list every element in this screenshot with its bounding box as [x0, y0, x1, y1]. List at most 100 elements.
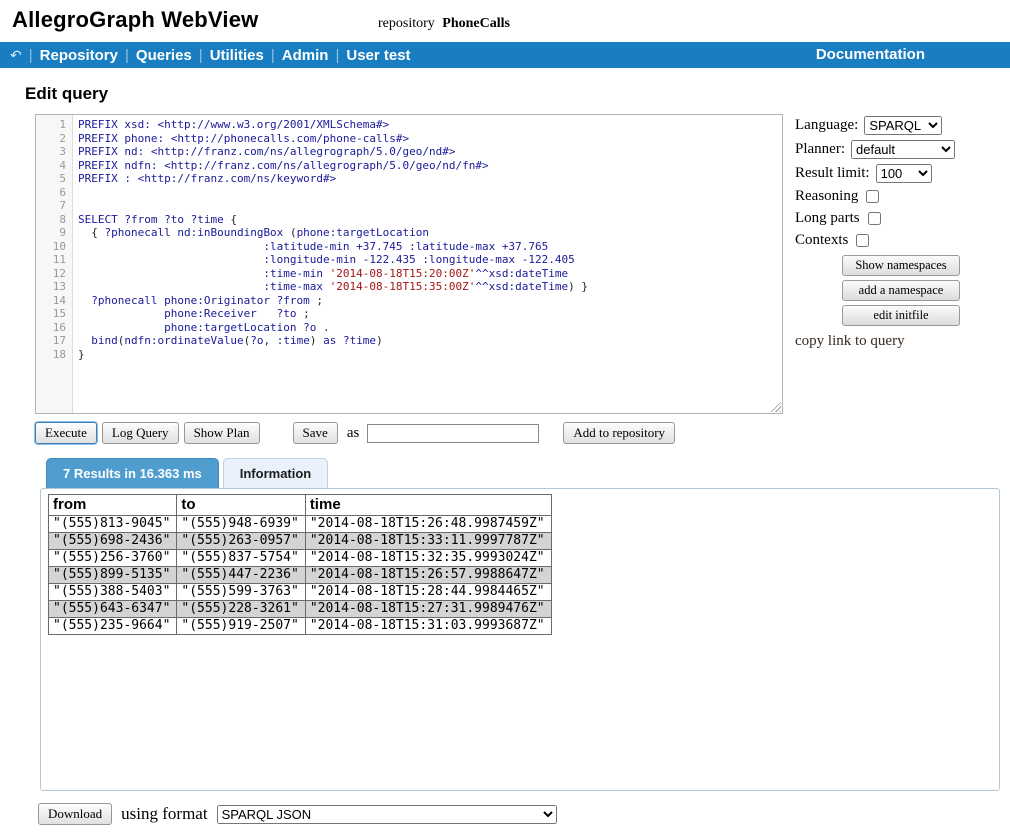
line-number: 13 — [36, 280, 66, 294]
table-cell: "(555)899-5135" — [49, 567, 177, 584]
code-line[interactable]: { ?phonecall nd:inBoundingBox (phone:tar… — [78, 226, 782, 240]
nav-item-documentation[interactable]: Documentation — [816, 46, 925, 63]
app-title: AllegroGraph WebView — [12, 7, 258, 33]
line-number: 4 — [36, 159, 66, 173]
table-cell: "2014-08-18T15:33:11.9997787Z" — [305, 533, 551, 550]
code-line[interactable]: PREFIX ndfn: <http://franz.com/ns/allegr… — [78, 159, 782, 173]
code-line[interactable]: phone:targetLocation ?o . — [78, 321, 782, 335]
language-label: Language: — [795, 117, 858, 134]
nav-item-queries[interactable]: Queries — [136, 47, 192, 64]
nav-item-admin[interactable]: Admin — [282, 47, 329, 64]
code-line[interactable] — [78, 199, 782, 213]
long-parts-label: Long parts — [795, 210, 860, 227]
line-number: 17 — [36, 334, 66, 348]
code-line[interactable]: phone:Receiver ?to ; — [78, 307, 782, 321]
code-line[interactable]: SELECT ?from ?to ?time { — [78, 213, 782, 227]
column-header-from: from — [49, 495, 177, 516]
table-cell: "(555)599-3763" — [177, 584, 305, 601]
line-number: 10 — [36, 240, 66, 254]
nav-item-repository[interactable]: Repository — [40, 47, 118, 64]
code-line[interactable]: :latitude-min +37.745 :latitude-max +37.… — [78, 240, 782, 254]
execute-button[interactable]: Execute — [35, 422, 97, 444]
query-options-panel: Language: SPARQL Planner: default Result… — [795, 114, 1007, 350]
code-line[interactable]: :time-min '2014-08-18T15:20:00Z'^^xsd:da… — [78, 267, 782, 281]
using-format-label: using format — [121, 804, 207, 824]
code-line[interactable]: } — [78, 348, 782, 362]
code-line[interactable]: PREFIX xsd: <http://www.w3.org/2001/XMLS… — [78, 118, 782, 132]
table-row: "(555)698-2436""(555)263-0957""2014-08-1… — [49, 533, 552, 550]
results-body: "(555)813-9045""(555)948-6939""2014-08-1… — [49, 516, 552, 635]
results-table: fromtotime "(555)813-9045""(555)948-6939… — [48, 494, 552, 635]
table-cell: "(555)698-2436" — [49, 533, 177, 550]
save-as-label: as — [347, 425, 360, 442]
code-line[interactable]: :time-max '2014-08-18T15:35:00Z'^^xsd:da… — [78, 280, 782, 294]
planner-label: Planner: — [795, 141, 845, 158]
table-cell: "(555)388-5403" — [49, 584, 177, 601]
editor-code[interactable]: PREFIX xsd: <http://www.w3.org/2001/XMLS… — [73, 115, 782, 413]
nav-separator: | — [29, 47, 33, 64]
result-limit-label: Result limit: — [795, 165, 870, 182]
table-row: "(555)235-9664""(555)919-2507""2014-08-1… — [49, 618, 552, 635]
code-line[interactable] — [78, 186, 782, 200]
line-number: 6 — [36, 186, 66, 200]
line-number: 12 — [36, 267, 66, 281]
code-line[interactable]: PREFIX phone: <http://phonecalls.com/pho… — [78, 132, 782, 146]
nav-item-utilities[interactable]: Utilities — [210, 47, 264, 64]
nav-separator: | — [271, 47, 275, 64]
code-line[interactable]: ?phonecall phone:Originator ?from ; — [78, 294, 782, 308]
edit-initfile-button[interactable]: edit initfile — [842, 305, 960, 326]
line-number: 14 — [36, 294, 66, 308]
results-panel: fromtotime "(555)813-9045""(555)948-6939… — [40, 488, 1000, 791]
table-cell: "(555)256-3760" — [49, 550, 177, 567]
code-line[interactable]: bind(ndfn:ordinateValue(?o, :time) as ?t… — [78, 334, 782, 348]
language-select[interactable]: SPARQL — [864, 116, 942, 135]
show-namespaces-button[interactable]: Show namespaces — [842, 255, 960, 276]
tab-information[interactable]: Information — [223, 458, 329, 488]
page-title: Edit query — [25, 84, 1010, 104]
add-a-namespace-button[interactable]: add a namespace — [842, 280, 960, 301]
copy-link-to-query[interactable]: copy link to query — [795, 333, 1007, 350]
header: AllegroGraph WebView repository PhoneCal… — [0, 0, 1010, 42]
table-cell: "(555)837-5754" — [177, 550, 305, 567]
show-plan-button[interactable]: Show Plan — [184, 422, 260, 444]
back-arrow-icon[interactable]: ↶ — [10, 47, 22, 64]
long-parts-checkbox[interactable] — [868, 212, 881, 225]
download-row: Download using format SPARQL JSON — [38, 803, 1010, 825]
reasoning-checkbox[interactable] — [866, 190, 879, 203]
query-editor[interactable]: 123456789101112131415161718 PREFIX xsd: … — [35, 114, 783, 414]
add-to-repository-button[interactable]: Add to repository — [563, 422, 675, 444]
code-line[interactable]: :longitude-min -122.435 :longitude-max -… — [78, 253, 782, 267]
table-row: "(555)899-5135""(555)447-2236""2014-08-1… — [49, 567, 552, 584]
table-row: "(555)643-6347""(555)228-3261""2014-08-1… — [49, 601, 552, 618]
save-button[interactable]: Save — [293, 422, 338, 444]
side-buttons: Show namespaces add a namespace edit initf… — [795, 255, 1007, 326]
line-number: 2 — [36, 132, 66, 146]
table-cell: "(555)813-9045" — [49, 516, 177, 533]
contexts-checkbox[interactable] — [856, 234, 869, 247]
editor-area: 123456789101112131415161718 PREFIX xsd: … — [25, 114, 1010, 444]
nav-items: Repository|Queries|Utilities|Admin|User … — [40, 47, 411, 64]
table-cell: "2014-08-18T15:31:03.9993687Z" — [305, 618, 551, 635]
table-cell: "2014-08-18T15:28:44.9984465Z" — [305, 584, 551, 601]
log-query-button[interactable]: Log Query — [102, 422, 179, 444]
repository-indicator: repository PhoneCalls — [378, 16, 510, 32]
table-cell: "(555)919-2507" — [177, 618, 305, 635]
code-line[interactable]: PREFIX nd: <http://franz.com/ns/allegrog… — [78, 145, 782, 159]
line-number: 9 — [36, 226, 66, 240]
line-number: 11 — [36, 253, 66, 267]
planner-select[interactable]: default — [851, 140, 955, 159]
code-line[interactable]: PREFIX : <http://franz.com/ns/keyword#> — [78, 172, 782, 186]
table-cell: "(555)447-2236" — [177, 567, 305, 584]
result-limit-select[interactable]: 100 — [876, 164, 932, 183]
nav-item-user-test[interactable]: User test — [346, 47, 410, 64]
tab-7-results-in-16-363-ms[interactable]: 7 Results in 16.363 ms — [46, 458, 219, 488]
line-number: 5 — [36, 172, 66, 186]
line-number: 7 — [36, 199, 66, 213]
format-select[interactable]: SPARQL JSON — [217, 805, 557, 824]
table-cell: "2014-08-18T15:26:57.9988647Z" — [305, 567, 551, 584]
download-button[interactable]: Download — [38, 803, 112, 825]
save-name-input[interactable] — [367, 424, 539, 443]
table-cell: "2014-08-18T15:26:48.9987459Z" — [305, 516, 551, 533]
repository-name[interactable]: PhoneCalls — [442, 16, 510, 31]
table-cell: "2014-08-18T15:32:35.9993024Z" — [305, 550, 551, 567]
